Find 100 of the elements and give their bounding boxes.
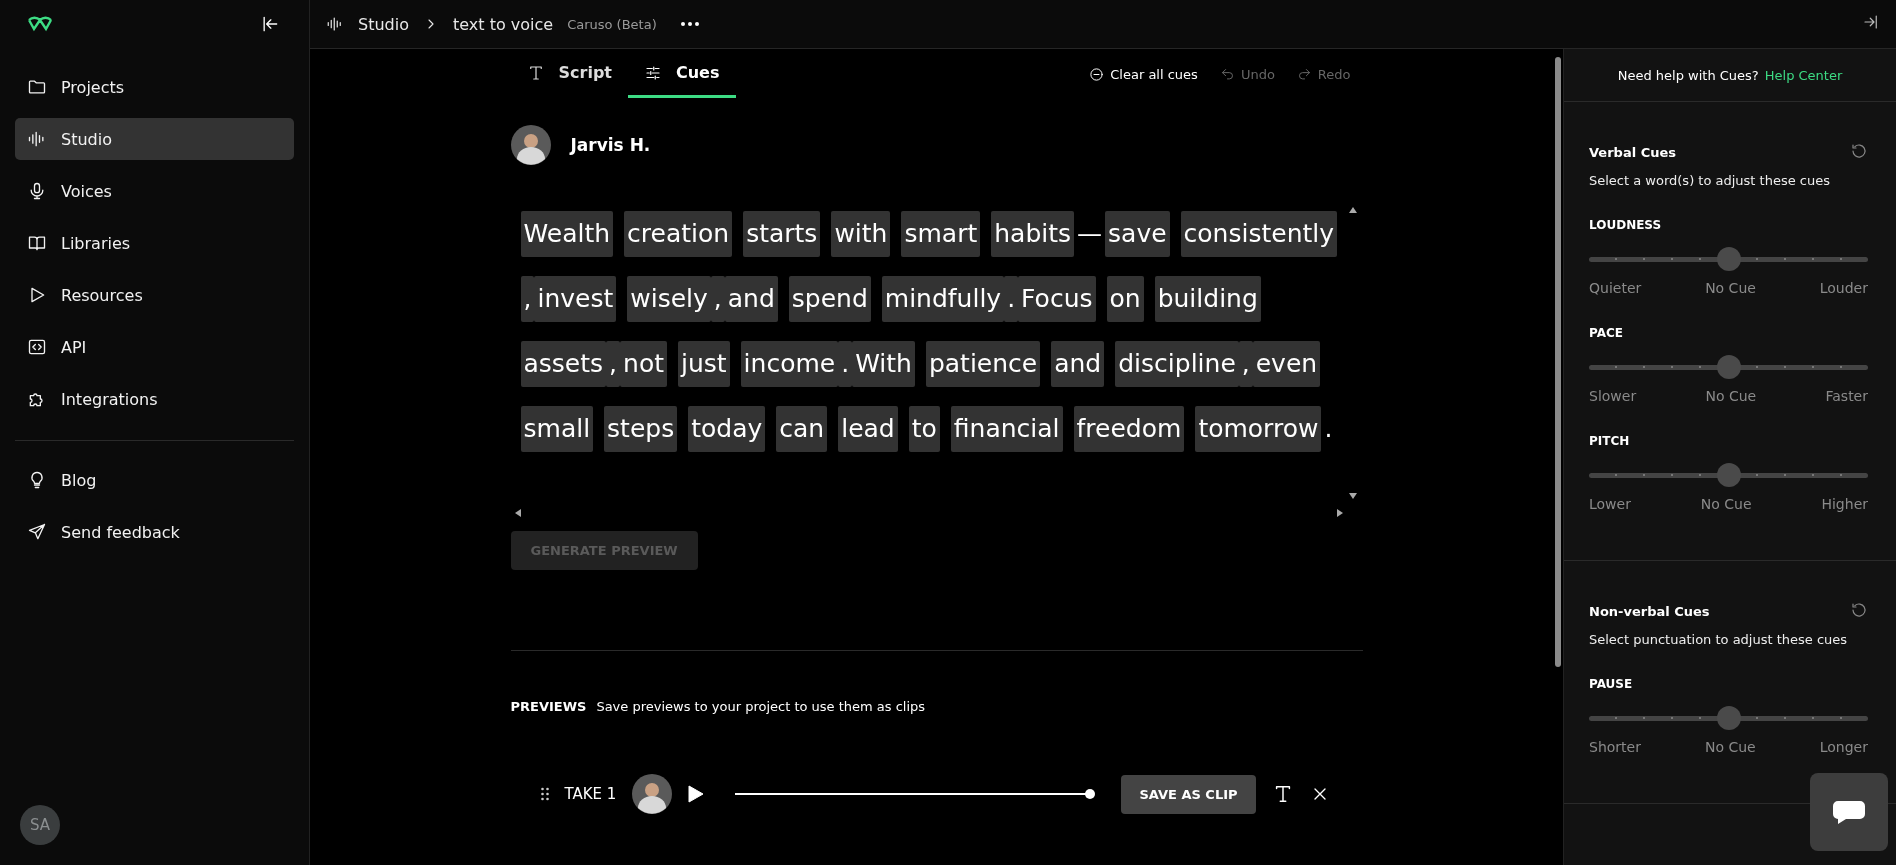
tab[interactable]: Script	[510, 50, 628, 98]
send-icon	[27, 522, 47, 542]
scale-label: Longer	[1819, 739, 1868, 755]
slider-thumb[interactable]	[1716, 463, 1741, 487]
reset-icon	[1850, 601, 1868, 619]
cue-slider[interactable]	[1589, 462, 1868, 488]
cue-slider[interactable]	[1589, 246, 1868, 272]
cue-slider[interactable]	[1589, 705, 1868, 731]
script-word[interactable]: mindfully	[881, 276, 1005, 322]
cue-slider[interactable]	[1589, 354, 1868, 380]
collapse-panel-icon	[1862, 13, 1880, 31]
scale-label: No Cue	[1704, 739, 1756, 755]
script-word[interactable]: discipline	[1115, 341, 1239, 387]
waveform-icon	[326, 15, 344, 33]
punctuation-mark[interactable]: —	[1074, 211, 1106, 257]
script-word[interactable]: With	[852, 341, 915, 387]
script-word[interactable]: building	[1154, 276, 1261, 322]
script-word[interactable]: today	[688, 406, 766, 452]
avatar-icon	[632, 774, 673, 814]
sidebar-item[interactable]: Libraries	[15, 222, 294, 264]
slider-label: PAUSE	[1589, 677, 1634, 691]
slider-thumb[interactable]	[1716, 706, 1741, 730]
sidebar-item[interactable]: Integrations	[15, 378, 294, 420]
script-word[interactable]: freedom	[1073, 406, 1185, 452]
help-center-link[interactable]: Help Center	[1764, 67, 1843, 83]
script-word[interactable]: even	[1252, 341, 1321, 387]
slider-thumb[interactable]	[1716, 247, 1741, 271]
breadcrumb-item[interactable]: Studio	[358, 14, 409, 34]
sliders-icon	[644, 63, 662, 82]
punctuation-mark[interactable]: .	[1004, 276, 1019, 322]
script-word[interactable]: with	[831, 211, 891, 257]
script-word[interactable]: wisely	[627, 276, 711, 322]
save-as-clip-button[interactable]: SAVE AS CLIP	[1121, 774, 1256, 814]
undo-icon	[1219, 66, 1235, 82]
minus-circle-icon	[1089, 66, 1105, 82]
script-word[interactable]: spend	[788, 276, 871, 322]
script-word[interactable]: save	[1105, 211, 1170, 257]
avatar-icon	[510, 125, 551, 165]
script-word[interactable]: financial	[950, 406, 1063, 452]
sidebar-item[interactable]: Studio	[15, 118, 294, 160]
punctuation-mark[interactable]: ,	[520, 276, 535, 322]
script-word[interactable]: patience	[925, 341, 1041, 387]
script-word[interactable]: lead	[838, 406, 898, 452]
script-word[interactable]: invest	[534, 276, 617, 322]
breadcrumb-item[interactable]: text to voice	[452, 14, 554, 34]
punctuation-mark[interactable]: ,	[606, 341, 621, 387]
sidebar-item[interactable]: Projects	[15, 66, 294, 108]
drag-handle-icon[interactable]	[540, 787, 549, 801]
script-word[interactable]: tomorrow	[1195, 406, 1322, 452]
scale-label: Lower	[1589, 496, 1631, 512]
scale-label: Shorter	[1589, 739, 1641, 755]
script-word[interactable]: and	[724, 276, 778, 322]
scale-label: Faster	[1825, 388, 1868, 404]
script-word[interactable]: just	[678, 341, 730, 387]
waveform-icon	[27, 129, 47, 149]
action-button[interactable]: Clear all cues	[1089, 66, 1198, 82]
script-word[interactable]: starts	[743, 211, 821, 257]
logo-icon	[27, 16, 53, 32]
section-hint: Select a word(s) to adjust these cues	[1589, 173, 1831, 188]
script-word[interactable]: Wealth	[520, 211, 614, 257]
chat-button[interactable]	[1810, 773, 1888, 851]
section-title: Verbal Cues	[1589, 145, 1676, 160]
script-word[interactable]: creation	[624, 211, 733, 257]
more-icon[interactable]	[680, 22, 699, 26]
previews-hint: Save previews to your project to use them as clips	[596, 699, 926, 714]
script-word[interactable]: habits	[991, 211, 1075, 257]
scale-label: Louder	[1819, 280, 1868, 296]
scroll-left-icon[interactable]	[514, 509, 521, 517]
sidebar-item[interactable]: Blog	[15, 459, 294, 501]
scale-label: Quieter	[1589, 280, 1642, 296]
slider-thumb[interactable]	[1716, 355, 1741, 379]
section-title: Non-verbal Cues	[1589, 604, 1710, 619]
script-word[interactable]: smart	[901, 211, 981, 257]
script-word[interactable]: Focus	[1018, 276, 1096, 322]
tab[interactable]: Cues	[628, 50, 736, 98]
scale-label: Higher	[1821, 496, 1868, 512]
script-word[interactable]: steps	[604, 406, 678, 452]
scroll-down-icon[interactable]	[1348, 493, 1357, 499]
script-word[interactable]: consistently	[1180, 211, 1338, 257]
voice-name: Jarvis H.	[570, 135, 651, 155]
script-word[interactable]: to	[908, 406, 940, 452]
script-word[interactable]: and	[1051, 341, 1105, 387]
script-word[interactable]: assets	[520, 341, 607, 387]
script-word[interactable]: on	[1106, 276, 1144, 322]
script-word[interactable]: small	[520, 406, 594, 452]
slider-label: PACE	[1589, 326, 1624, 340]
script-word[interactable]: not	[620, 341, 667, 387]
scroll-right-icon[interactable]	[1336, 509, 1343, 517]
section-hint: Select punctuation to adjust these cues	[1589, 632, 1849, 647]
script-word[interactable]: can	[776, 406, 828, 452]
punctuation-mark[interactable]: .	[1321, 406, 1336, 452]
punctuation-mark[interactable]: .	[838, 341, 853, 387]
model-label: Caruso (Beta)	[567, 16, 657, 32]
script-word[interactable]: income	[740, 341, 839, 387]
sidebar-item[interactable]: API	[15, 326, 294, 368]
play-icon[interactable]	[688, 785, 705, 803]
sidebar-item[interactable]: Send feedback	[15, 511, 294, 553]
sidebar-item[interactable]: Voices	[15, 170, 294, 212]
scroll-up-icon[interactable]	[1348, 207, 1357, 213]
sidebar-item[interactable]: Resources	[15, 274, 294, 316]
